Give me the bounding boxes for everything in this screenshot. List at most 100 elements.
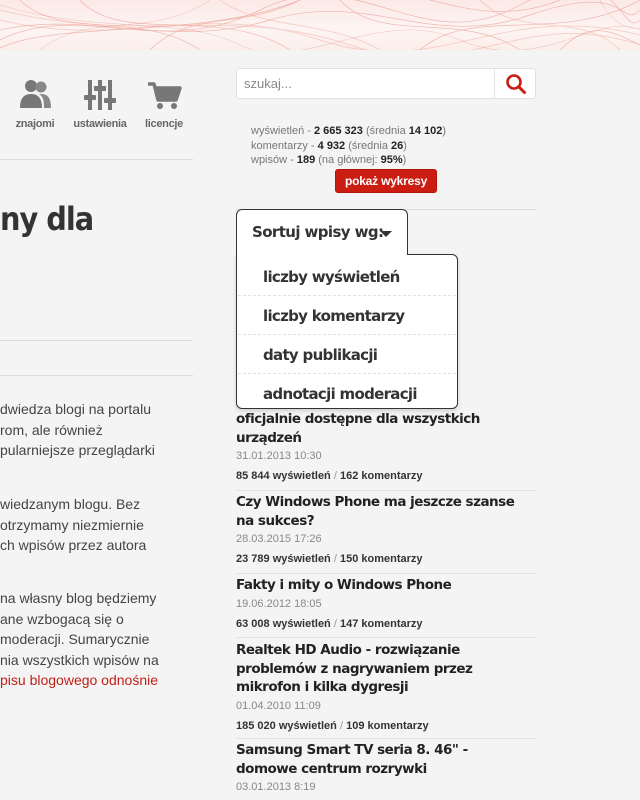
caret-down-icon [380, 231, 392, 237]
stats-views: wyświetleń - 2 665 323 (średnia 14 102) [251, 124, 446, 139]
stats-value: 4 932 [317, 139, 346, 152]
meta-separator: / [330, 553, 340, 565]
stats-label: (na głównej: [315, 154, 381, 166]
stats-label: ) [402, 154, 407, 166]
paragraph-link[interactable]: pisu blogowego odnośnie [0, 670, 190, 691]
paragraph-line: nia wszystkich wpisów na [0, 651, 159, 668]
paragraph-line: pularniejsze przeglądarki [0, 442, 155, 458]
stats-value: 14 102 [408, 125, 443, 137]
stats-value: 26 [391, 139, 404, 152]
post-title-line: problemów z nagrywaniem przez [236, 660, 473, 677]
paragraph-line: moderacji. Sumarycznie [0, 631, 150, 647]
post-title-line: Czy Windows Phone ma jeszcze szanse [236, 494, 515, 510]
post-meta: 63 008 wyświetleń / 147 komentarzy [236, 617, 536, 631]
intro-paragraph: wiedzanym blogu. Bez otrzymamy niezmiern… [0, 494, 190, 556]
stats-label: (średnia [345, 139, 392, 152]
nav-licenses[interactable]: licencje [136, 78, 192, 130]
post-views: 85 844 wyświetleń [236, 470, 331, 482]
friends-icon [17, 78, 53, 112]
post-date: 03.01.2013 8:19 [236, 781, 316, 793]
intro-paragraph: na własny blog będziemy ane wzbogacą się… [0, 588, 190, 691]
sort-option-views[interactable]: liczby wyświetleń [238, 257, 456, 296]
left-divider [0, 375, 193, 376]
settings-sliders-icon [82, 78, 118, 112]
sort-dropdown-toggle[interactable]: Sortuj wpisy wg: [236, 209, 408, 255]
stats-comments: komentarzy - 4 932 (średnia 26) [251, 139, 446, 154]
nav-licenses-label: licencje [145, 118, 183, 130]
stats-label: (średnia [362, 125, 409, 137]
post-comments: 147 komentarzy [339, 617, 423, 630]
post-date: 19.06.2012 18:05 [236, 597, 322, 610]
post-item: Fakty i mity o Windows Phone 19.06.2012 … [236, 576, 536, 631]
post-divider [236, 637, 536, 638]
blog-stats: wyświetleń - 2 665 323 (średnia 14 102) … [251, 124, 446, 168]
post-views: 185 020 wyświetleń [236, 719, 337, 732]
sort-option-comments[interactable]: liczby komentarzy [238, 296, 456, 335]
post-item: Czy Windows Phone ma jeszcze szanse na s… [236, 493, 536, 566]
sort-option-moderation[interactable]: adnotacji moderacji [238, 374, 456, 413]
post-views: 23 789 wyświetleń [236, 553, 331, 565]
paragraph-line: rom, ale również [0, 421, 103, 438]
post-title-line: na sukces? [236, 512, 315, 529]
nav-settings[interactable]: ustawienia [72, 78, 128, 130]
nav-settings-label: ustawienia [73, 118, 127, 130]
post-item: Samsung Smart TV seria 8. 46" - domowe c… [236, 741, 536, 794]
post-date: 28.03.2015 17:26 [236, 533, 322, 545]
cart-icon [146, 78, 182, 112]
post-title[interactable]: oficjalnie dostępne dla wszystkich urząd… [236, 410, 536, 447]
stats-label: komentarzy - [251, 139, 318, 152]
post-comments: 109 komentarzy [346, 719, 429, 732]
paragraph-line: ane wzbogacą się o [0, 610, 124, 627]
sort-option-date[interactable]: daty publikacji [238, 335, 456, 374]
post-comments: 150 komentarzy [339, 553, 423, 565]
meta-separator: / [330, 470, 340, 482]
nav-friends-label: znajomi [15, 118, 55, 130]
stats-value: 2 665 323 [313, 125, 363, 137]
stats-label: wyświetleń - [251, 125, 314, 137]
post-title[interactable]: Samsung Smart TV seria 8. 46" - domowe c… [236, 741, 536, 778]
stats-label: ) [403, 139, 407, 152]
search-button[interactable] [496, 69, 536, 98]
post-item: oficjalnie dostępne dla wszystkich urząd… [236, 410, 536, 483]
intro-paragraph: dwiedza blogi na portalu rom, ale równie… [0, 399, 190, 461]
post-divider [236, 573, 536, 574]
post-title[interactable]: Realtek HD Audio - rozwiązanie problemów… [236, 641, 536, 697]
stats-value: 95% [380, 154, 403, 166]
post-meta: 23 789 wyświetleń / 150 komentarzy [236, 552, 536, 566]
left-divider [0, 159, 193, 160]
sort-dropdown-menu: liczby wyświetleń liczby komentarzy daty… [236, 254, 458, 409]
paragraph-line: na własny blog będziemy [0, 590, 157, 606]
post-item: Realtek HD Audio - rozwiązanie problemów… [236, 641, 536, 733]
stats-label: ) [442, 125, 447, 137]
post-title-line: urządzeń [236, 429, 302, 446]
search-input[interactable] [237, 69, 495, 98]
post-divider [236, 490, 536, 491]
post-views: 63 008 wyświetleń [236, 617, 331, 630]
search-box [236, 68, 536, 99]
post-comments: 162 komentarzy [339, 470, 423, 482]
decorative-swirl-graphic [0, 0, 640, 50]
nav-friends[interactable]: znajomi [7, 78, 63, 130]
post-title[interactable]: Czy Windows Phone ma jeszcze szanse na s… [236, 493, 536, 530]
paragraph-line: dwiedza blogi na portalu [0, 401, 151, 417]
page-title: ny dla [0, 200, 94, 238]
post-meta: 85 844 wyświetleń / 162 komentarzy [236, 469, 536, 483]
paragraph-line: ch wpisów przez autora [0, 537, 147, 553]
post-title-line: domowe centrum rozrywki [236, 760, 427, 777]
paragraph-line: wiedzanym blogu. Bez [0, 496, 141, 512]
stats-label: wpisów - [251, 154, 297, 166]
stats-posts: wpisów - 189 (na głównej: 95%) [251, 153, 446, 168]
post-meta: 185 020 wyświetleń / 109 komentarzy [236, 719, 536, 733]
post-divider [236, 738, 536, 739]
post-title-line: Samsung Smart TV seria 8. 46" - [236, 742, 468, 758]
post-title-line: Fakty i mity o Windows Phone [236, 577, 452, 593]
left-divider [0, 340, 193, 341]
post-date: 01.04.2010 11:09 [236, 699, 321, 712]
meta-separator: / [336, 719, 347, 732]
meta-separator: / [330, 617, 340, 630]
sort-label: Sortuj wpisy wg: [252, 223, 384, 241]
post-title-line: Realtek HD Audio - rozwiązanie [236, 642, 460, 658]
header-banner [0, 0, 640, 50]
show-charts-button[interactable]: pokaż wykresy [335, 169, 437, 193]
post-title[interactable]: Fakty i mity o Windows Phone [236, 576, 536, 595]
